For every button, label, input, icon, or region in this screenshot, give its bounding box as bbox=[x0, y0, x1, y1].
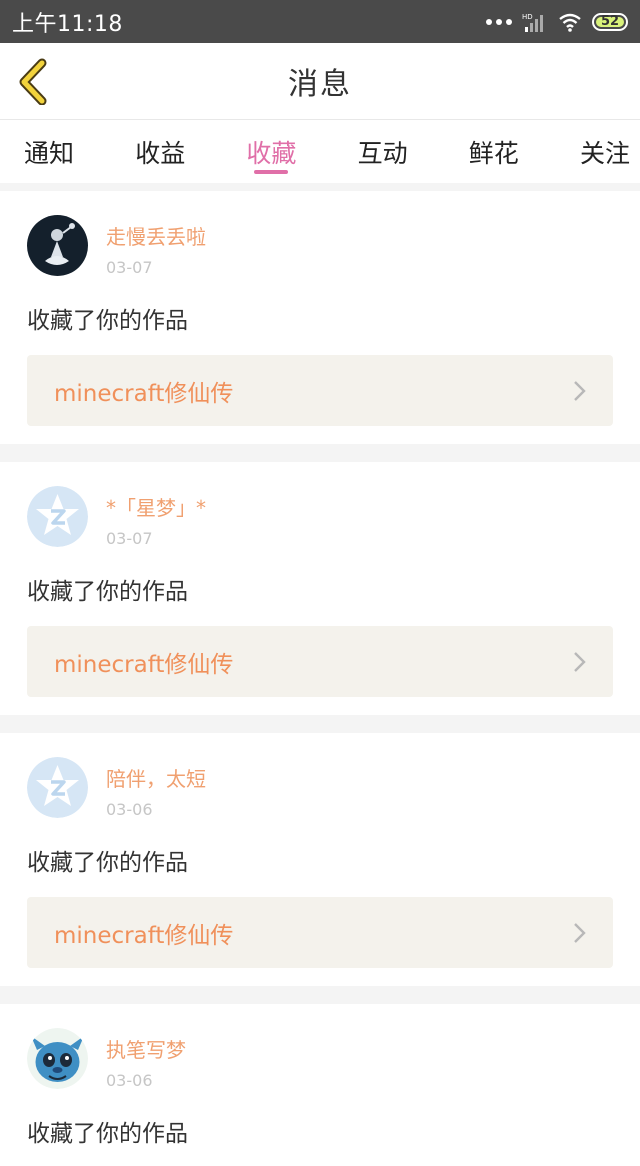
status-time: 上午11:18 bbox=[12, 11, 123, 37]
chevron-right-icon bbox=[574, 651, 586, 672]
user-name[interactable]: 执笔写梦 bbox=[106, 1034, 186, 1063]
nav-bar: 消息 bbox=[0, 43, 640, 120]
message-date: 03-06 bbox=[106, 1071, 153, 1090]
svg-text:HD: HD bbox=[522, 13, 533, 21]
chevron-right-icon bbox=[574, 380, 586, 401]
signal-icon: HD bbox=[522, 13, 543, 32]
message-item: 走慢丢丢啦 03-07 收藏了你的作品 minecraft修仙传 bbox=[0, 191, 640, 444]
tab-interaction[interactable]: 互动 bbox=[358, 120, 408, 183]
user-name[interactable]: 走慢丢丢啦 bbox=[106, 221, 206, 250]
work-title: minecraft修仙传 bbox=[54, 380, 234, 407]
message-item: 陪伴，太短 03-06 收藏了你的作品 minecraft修仙传 bbox=[0, 733, 640, 986]
work-title: minecraft修仙传 bbox=[54, 651, 234, 678]
avatar[interactable] bbox=[27, 757, 88, 818]
message-date: 03-07 bbox=[106, 258, 153, 277]
more-dots-icon bbox=[486, 18, 512, 25]
back-button[interactable] bbox=[14, 57, 54, 106]
battery-level: 52 bbox=[600, 14, 620, 29]
chevron-right-icon bbox=[574, 922, 586, 943]
action-text: 收藏了你的作品 bbox=[27, 850, 188, 876]
message-item: 执笔写梦 03-06 收藏了你的作品 bbox=[0, 1004, 640, 1166]
action-text: 收藏了你的作品 bbox=[27, 579, 188, 605]
message-date: 03-07 bbox=[106, 529, 153, 548]
divider bbox=[0, 183, 640, 191]
cartoon-avatar-icon bbox=[27, 1028, 88, 1089]
message-date: 03-06 bbox=[106, 800, 153, 819]
tab-notice[interactable]: 通知 bbox=[24, 120, 74, 183]
tab-earnings[interactable]: 收益 bbox=[135, 120, 185, 183]
action-text: 收藏了你的作品 bbox=[27, 1121, 188, 1147]
tab-flowers[interactable]: 鲜花 bbox=[469, 120, 519, 183]
default-avatar-icon bbox=[27, 486, 88, 547]
work-link[interactable]: minecraft修仙传 bbox=[27, 355, 613, 426]
avatar[interactable] bbox=[27, 486, 88, 547]
tab-favorites[interactable]: 收藏 bbox=[246, 120, 296, 183]
status-icons: HD 52 bbox=[486, 12, 628, 32]
user-name[interactable]: 陪伴，太短 bbox=[106, 763, 206, 792]
tab-follow[interactable]: 关注 bbox=[580, 120, 630, 183]
work-title: minecraft修仙传 bbox=[54, 922, 234, 949]
back-arrow-icon bbox=[19, 58, 47, 106]
work-link[interactable]: minecraft修仙传 bbox=[27, 626, 613, 697]
user-name[interactable]: *「星梦」* bbox=[106, 492, 206, 521]
avatar[interactable] bbox=[27, 1028, 88, 1089]
status-bar: 上午11:18 HD 52 bbox=[0, 0, 640, 43]
divider bbox=[0, 444, 640, 462]
user-photo-icon bbox=[27, 215, 88, 276]
action-text: 收藏了你的作品 bbox=[27, 308, 188, 334]
divider bbox=[0, 715, 640, 733]
message-item: *「星梦」* 03-07 收藏了你的作品 minecraft修仙传 bbox=[0, 462, 640, 715]
battery-icon: 52 bbox=[592, 12, 628, 31]
tab-bar: 通知 收益 收藏 互动 鲜花 关注 bbox=[0, 120, 640, 183]
divider bbox=[0, 986, 640, 1004]
avatar[interactable] bbox=[27, 215, 88, 276]
page-title: 消息 bbox=[288, 67, 352, 102]
wifi-icon bbox=[559, 13, 581, 32]
work-link[interactable]: minecraft修仙传 bbox=[27, 897, 613, 968]
default-avatar-icon bbox=[27, 757, 88, 818]
